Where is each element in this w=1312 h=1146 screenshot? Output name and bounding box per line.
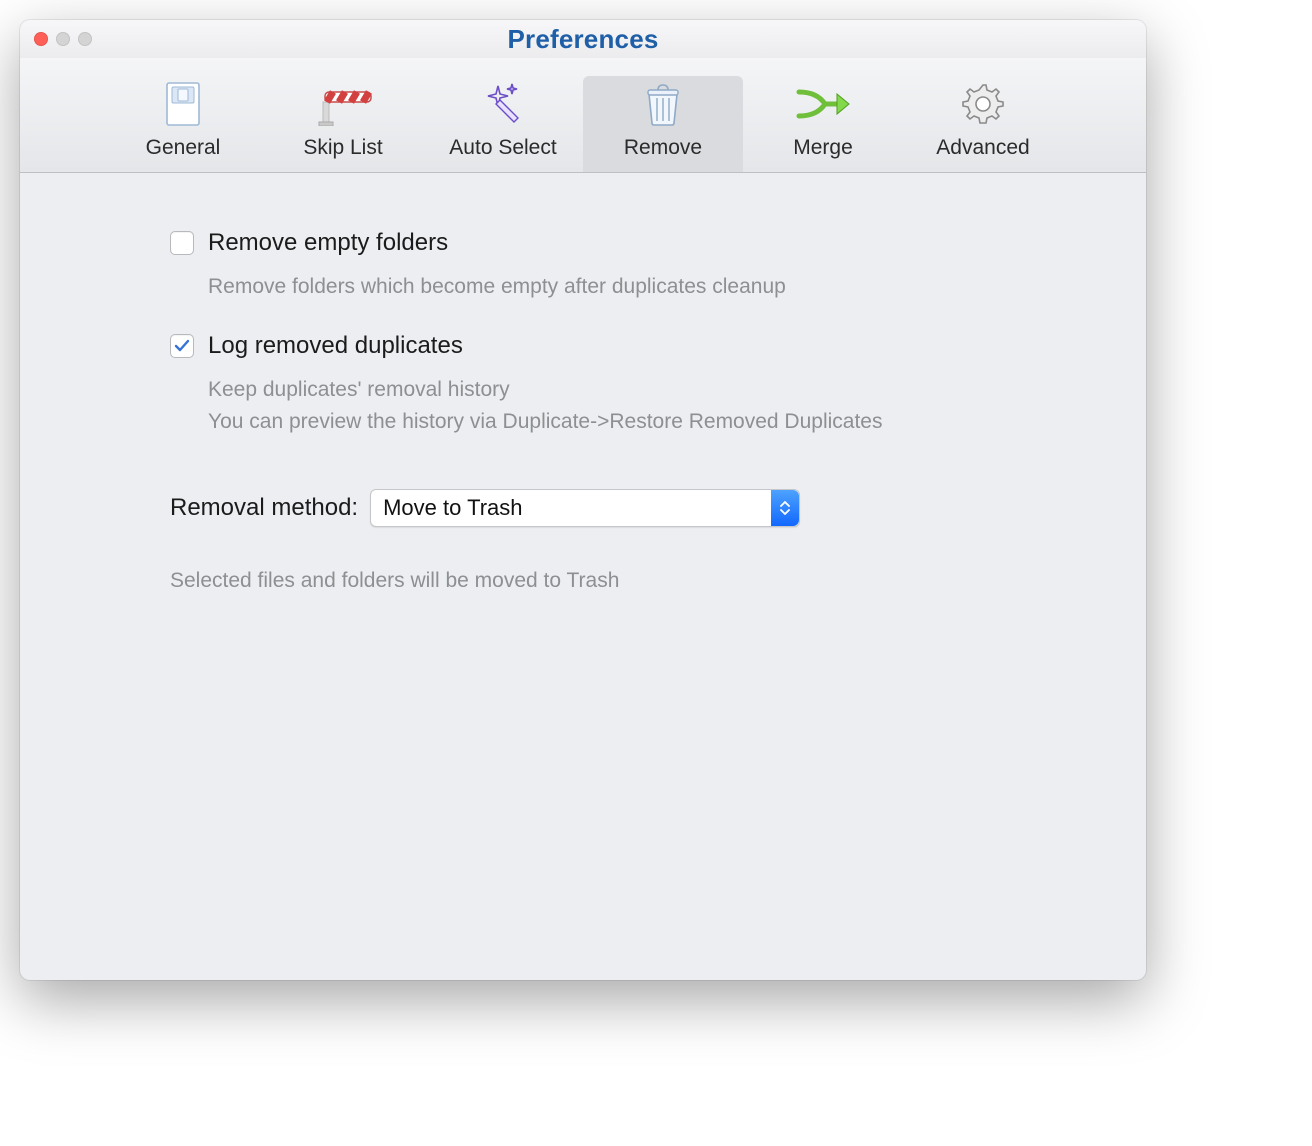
close-window-button[interactable] [34, 32, 48, 46]
zoom-window-button[interactable] [78, 32, 92, 46]
remove-empty-folders-description: Remove folders which become empty after … [208, 271, 1086, 304]
minimize-window-button[interactable] [56, 32, 70, 46]
gear-icon [961, 82, 1005, 132]
skip-list-icon [313, 82, 373, 132]
tab-label: Auto Select [423, 136, 583, 160]
log-removed-duplicates-checkbox[interactable] [170, 334, 194, 358]
tab-skip-list[interactable]: Skip List [263, 76, 423, 172]
tab-general[interactable]: General [103, 76, 263, 172]
tab-label: Advanced [903, 136, 1063, 160]
removal-method-description: Selected files and folders will be moved… [170, 569, 1086, 593]
log-removed-duplicates-description: Keep duplicates' removal history You can… [208, 374, 1086, 439]
tab-label: Merge [743, 136, 903, 160]
preferences-window: Preferences General [20, 20, 1146, 980]
remove-pane: Remove empty folders Remove folders whic… [20, 173, 1146, 593]
general-icon [166, 82, 200, 132]
option-log-removed-duplicates: Log removed duplicates Keep duplicates' … [170, 332, 1086, 439]
title-bar: Preferences [20, 20, 1146, 58]
remove-empty-folders-checkbox[interactable] [170, 231, 194, 255]
removal-method-label: Removal method: [170, 494, 358, 522]
log-removed-duplicates-label: Log removed duplicates [208, 332, 463, 360]
preferences-toolbar: General [20, 58, 1146, 173]
option-remove-empty-folders: Remove empty folders Remove folders whic… [170, 229, 1086, 304]
removal-method-value: Move to Trash [383, 495, 522, 521]
tab-remove[interactable]: Remove [583, 76, 743, 172]
auto-select-icon [480, 82, 526, 132]
trash-icon [645, 82, 681, 132]
popup-stepper-icon [771, 490, 799, 526]
tab-label: General [103, 136, 263, 160]
window-controls [34, 32, 92, 46]
merge-icon [795, 86, 851, 128]
tab-label: Remove [583, 136, 743, 160]
tab-label: Skip List [263, 136, 423, 160]
tab-advanced[interactable]: Advanced [903, 76, 1063, 172]
tab-merge[interactable]: Merge [743, 76, 903, 172]
remove-empty-folders-label: Remove empty folders [208, 229, 448, 257]
removal-method-row: Removal method: Move to Trash [170, 489, 1086, 527]
removal-method-popup[interactable]: Move to Trash [370, 489, 800, 527]
tab-auto-select[interactable]: Auto Select [423, 76, 583, 172]
